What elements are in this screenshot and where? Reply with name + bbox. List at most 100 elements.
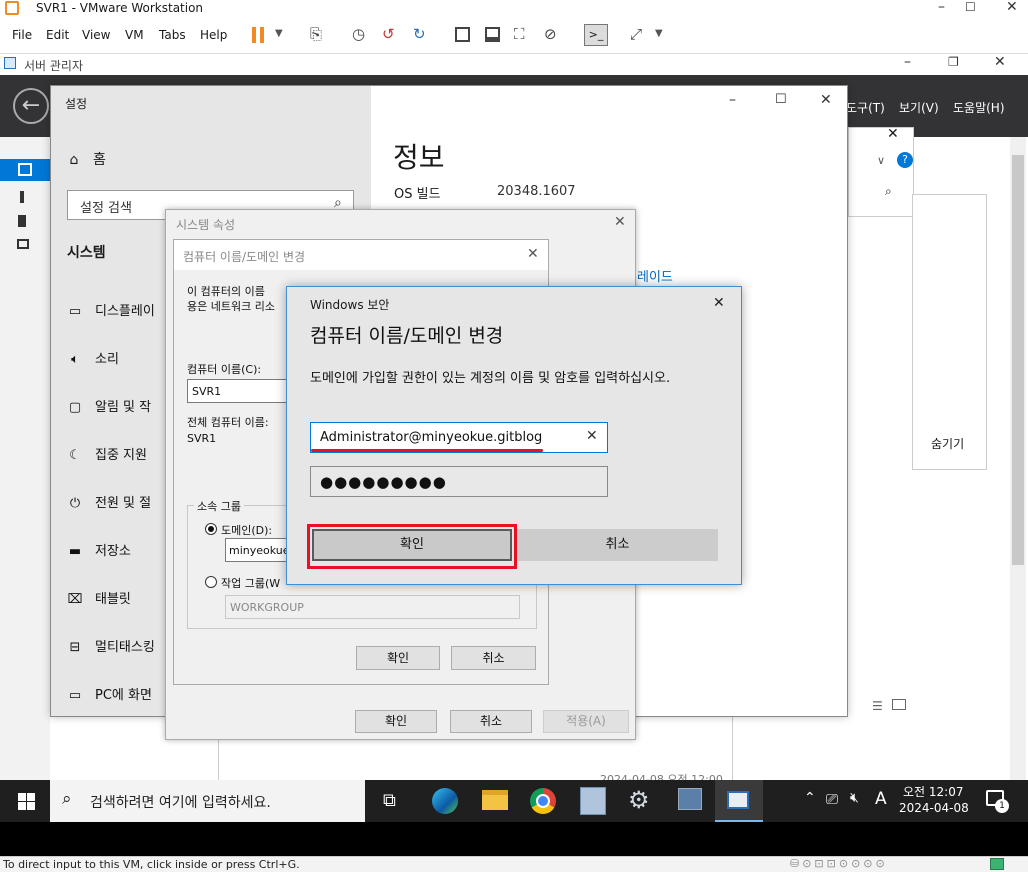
nav-storage[interactable]: ▬ 저장소: [65, 540, 131, 559]
settings-gear-icon[interactable]: ⚙: [628, 786, 650, 814]
nav-power[interactable]: ⏻ 전원 및 절: [65, 492, 151, 511]
local-server-icon[interactable]: [20, 191, 24, 203]
system-properties-close-icon[interactable]: ✕: [614, 214, 626, 230]
rename-cancel-button[interactable]: 취소: [451, 646, 536, 670]
taskbar-search[interactable]: ⌕ 검색하려면 여기에 입력하세요.: [50, 780, 365, 822]
thumbnail-view-icon[interactable]: [485, 27, 500, 42]
system-icon[interactable]: [678, 788, 702, 810]
show-hidden-icons-icon[interactable]: ⌃: [804, 790, 816, 806]
server-manager-taskbar-icon[interactable]: [580, 787, 606, 815]
computer-name-value: SVR1: [192, 385, 222, 398]
bg-dialog-close-icon[interactable]: ✕: [887, 126, 899, 142]
settings-minimize-icon[interactable]: –: [729, 92, 736, 108]
clock-date[interactable]: 2024-04-08: [899, 801, 969, 815]
snapshot-manager-icon[interactable]: ↻: [413, 25, 426, 43]
volume-muted-icon[interactable]: 🔇︎: [850, 790, 859, 806]
start-icon[interactable]: [18, 793, 35, 810]
stretch-icon[interactable]: ⤢: [630, 25, 642, 43]
nav-tablet[interactable]: ⌧ 태블릿: [65, 588, 131, 607]
menu-tools[interactable]: 도구(T): [846, 99, 885, 116]
edge-icon[interactable]: [432, 788, 458, 814]
menu-view[interactable]: View: [82, 28, 110, 42]
back-icon[interactable]: ←: [13, 88, 49, 124]
system-properties-apply-button[interactable]: 적용(A): [543, 710, 629, 733]
sm-scroll-thumb[interactable]: [1012, 155, 1024, 565]
sm-nav-dashboard[interactable]: [0, 159, 50, 181]
security-cancel-button[interactable]: 취소: [517, 529, 718, 561]
rename-ok-button[interactable]: 확인: [356, 646, 440, 670]
vmware-close-icon[interactable]: ✕: [1006, 0, 1018, 15]
workgroup-radio[interactable]: [205, 576, 217, 588]
all-servers-icon[interactable]: [18, 215, 26, 227]
library-view-icon[interactable]: [455, 27, 470, 42]
menu-vm[interactable]: VM: [125, 28, 144, 42]
list-view-icon[interactable]: ☰: [872, 699, 883, 713]
menu-tabs[interactable]: Tabs: [159, 28, 186, 42]
computer-name-input[interactable]: SVR1: [187, 379, 297, 403]
system-properties-taskbar-icon: [727, 791, 749, 809]
nav-notifications[interactable]: ▢ 알림 및 작: [65, 396, 151, 415]
sm-close-icon[interactable]: ✕: [994, 54, 1006, 70]
nav-sound[interactable]: 🔈︎ 소리: [65, 348, 119, 367]
snapshot-icon[interactable]: ◷: [352, 25, 365, 43]
settings-section-title: 시스템: [67, 245, 106, 261]
nav-multitasking[interactable]: ⊟ 멀티태스킹: [65, 636, 155, 655]
fullscreen-icon[interactable]: ⛶: [514, 25, 525, 43]
security-ok-button[interactable]: 확인: [312, 529, 512, 561]
task-view-icon[interactable]: ⧉: [383, 790, 396, 811]
stretch-dropdown-icon[interactable]: ▼: [655, 28, 663, 39]
ime-indicator[interactable]: A: [875, 789, 887, 809]
sm-minimize-icon[interactable]: –: [904, 54, 911, 70]
network-icon[interactable]: ⎚: [826, 790, 838, 808]
menu-help[interactable]: Help: [200, 28, 227, 42]
sm-vertical-line-2: [732, 717, 733, 780]
file-explorer-icon[interactable]: [482, 790, 508, 810]
nav-storage-label: 저장소: [95, 544, 131, 559]
settings-close-icon[interactable]: ✕: [820, 92, 832, 108]
menu-help-sm[interactable]: 도움말(H): [953, 99, 1005, 116]
help-icon[interactable]: ?: [897, 152, 913, 168]
domain-radio[interactable]: [205, 523, 217, 535]
console-view-icon[interactable]: >_: [584, 24, 608, 46]
active-window-taskbar-item[interactable]: [715, 780, 763, 822]
send-keys-icon[interactable]: ⎘: [310, 25, 322, 43]
vmware-toolbar: File Edit View VM Tabs Help ▼ ⎘ ◷ ↺ ↻ ⛶ …: [0, 19, 1028, 53]
file-services-icon[interactable]: [17, 239, 29, 249]
nav-focus-assist[interactable]: ☾ 집중 지원: [65, 444, 147, 463]
bg-search-icon[interactable]: ⌕: [885, 184, 892, 199]
menu-file[interactable]: File: [12, 28, 32, 42]
clock-time[interactable]: 오전 12:07: [903, 783, 963, 800]
vm-status-indicator-icon[interactable]: [990, 858, 1004, 870]
home-icon: ⌂: [69, 152, 79, 168]
rename-dialog-close-icon[interactable]: ✕: [527, 246, 539, 262]
start-pane-1: [18, 793, 26, 801]
vmware-maximize-icon[interactable]: ☐: [965, 0, 976, 14]
revert-snapshot-icon[interactable]: ↺: [382, 25, 395, 43]
vmware-status-bar: To direct input to this VM, click inside…: [0, 856, 1028, 872]
unity-icon[interactable]: ⊘: [544, 25, 557, 43]
sm-restore-icon[interactable]: ❐: [948, 55, 959, 69]
upgrade-link[interactable]: 레이드: [637, 266, 673, 285]
system-properties-cancel-button[interactable]: 취소: [450, 710, 532, 733]
nav-project[interactable]: ▭ PC에 화면: [65, 684, 152, 703]
nav-display[interactable]: ▭ 디스플레이: [65, 300, 155, 319]
password-input[interactable]: ●●●●●●●●●: [310, 466, 608, 497]
security-heading: 컴퓨터 이름/도메인 변경: [310, 325, 504, 347]
bg-dialog-chevron-icon[interactable]: ∨: [877, 154, 885, 167]
system-properties-ok-button[interactable]: 확인: [355, 710, 437, 733]
chevron-down-icon[interactable]: ▼: [275, 28, 283, 39]
settings-home[interactable]: ⌂ 홈: [67, 149, 106, 169]
menu-view-sm[interactable]: 보기(V): [899, 99, 939, 116]
pause-icon[interactable]: [252, 27, 256, 43]
settings-maximize-icon[interactable]: ☐: [775, 92, 787, 107]
hide-label[interactable]: 숨기기: [931, 435, 964, 452]
nav-power-label: 전원 및 절: [95, 496, 152, 511]
sm-scrollbar[interactable]: [1010, 137, 1026, 780]
security-close-icon[interactable]: ✕: [713, 295, 725, 311]
menu-edit[interactable]: Edit: [46, 28, 69, 42]
vmware-minimize-icon[interactable]: –: [938, 0, 945, 15]
detail-view-icon[interactable]: [892, 699, 906, 710]
chrome-icon[interactable]: [530, 788, 556, 814]
sm-left-nav: [0, 137, 50, 780]
clear-input-icon[interactable]: ✕: [586, 428, 598, 444]
